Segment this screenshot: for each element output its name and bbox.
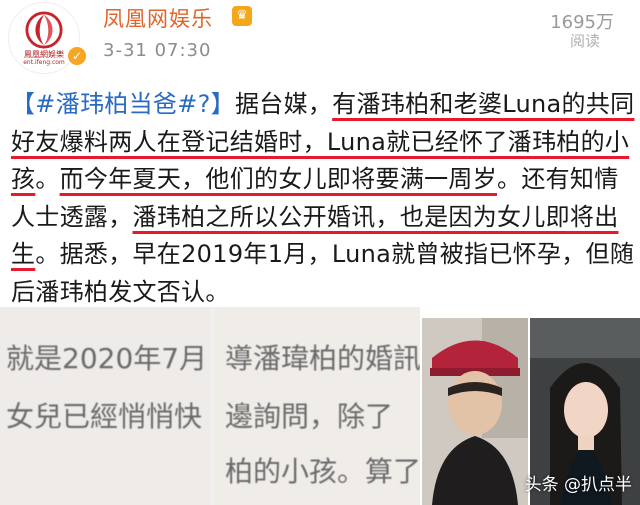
account-name[interactable]: 凤凰网娱乐 [103,3,213,33]
image-text: 柏的小孩。算了 [225,455,420,488]
hashtag-link[interactable]: 【#潘玮柏当爸#?】 [11,90,235,118]
post-text: 。据悉，早在2019年1月，Luna就曾被指已怀孕，但随后潘玮柏发文否认。 [11,240,635,306]
phoenix-logo-icon [25,11,63,49]
image-text: 邊詢問，除了 [225,400,394,433]
post-text: 据台媒， [234,90,333,118]
source-watermark: 头条 @扒点半 [524,475,632,495]
image-text: 就是2020年7月 [6,342,208,375]
post-body: 【#潘玮柏当爸#?】据台媒，有潘玮柏和老婆Luna的共同好友爆料两人在登记结婚时… [11,86,636,311]
post-timestamp: 3-31 07:30 [103,40,212,61]
man-photo[interactable] [422,318,528,505]
verified-badge-icon: ✓ [66,45,88,67]
news-screenshot-image[interactable]: 就是2020年7月 女兒已經悄悄快 導潘瑋柏的婚訊 邊詢問，除了 柏的小孩。算了 [0,307,420,505]
read-label: 阅读 [569,32,600,50]
logo-url: ent.ifeng.com [23,59,65,66]
image-text: 導潘瑋柏的婚訊 [225,342,420,375]
vip-crown-icon: ♛ [232,6,252,26]
man-portrait-icon [422,318,528,505]
logo-text: 鳳凰網娛樂 [24,50,64,59]
highlighted-text: 而今年夏天，他们的女儿即将要满一周岁 [59,165,498,193]
image-text: 女兒已經悄悄快 [6,400,203,433]
post-text: 。 [35,165,60,193]
